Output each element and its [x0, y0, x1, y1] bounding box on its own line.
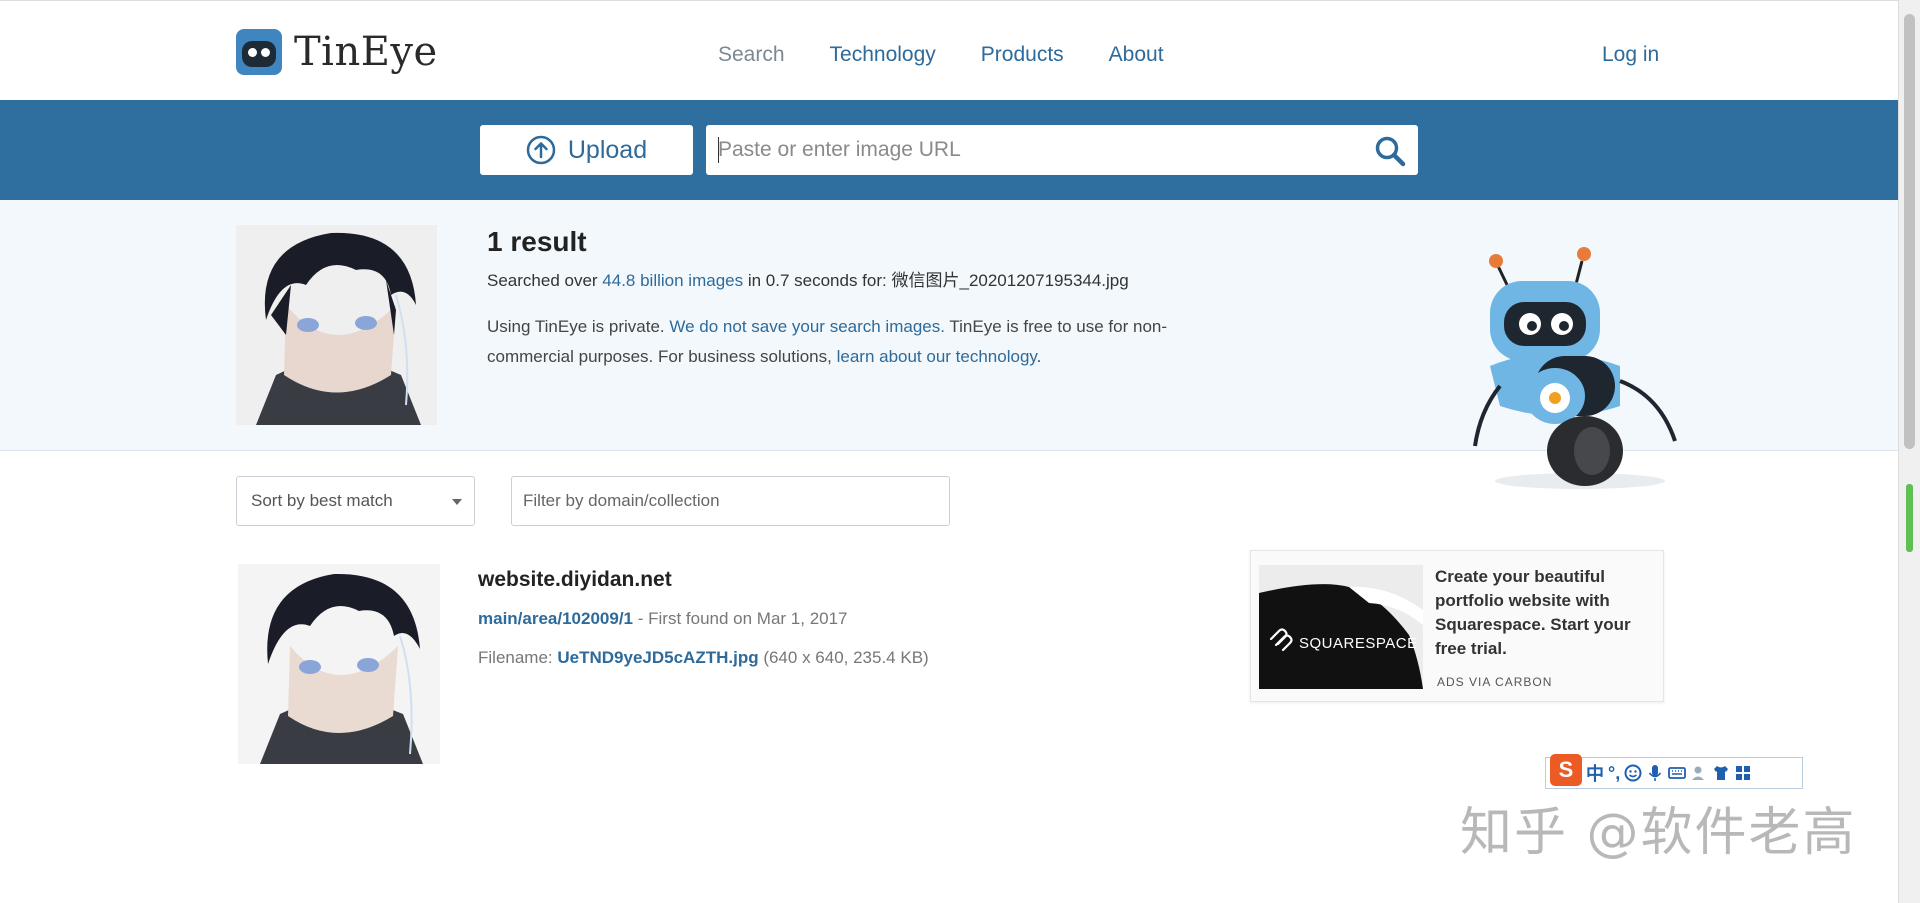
first-found-date: - First found on Mar 1, 2017: [633, 609, 848, 628]
ad-image[interactable]: SQUARESPACE: [1259, 565, 1423, 689]
index-size-link[interactable]: 44.8 billion images: [602, 271, 743, 290]
nav-search[interactable]: Search: [718, 43, 785, 67]
sort-dropdown[interactable]: Sort by best match: [236, 476, 475, 526]
search-bar: Upload: [0, 100, 1898, 200]
ime-language-mode[interactable]: 中: [1586, 760, 1604, 786]
page-scrollbar[interactable]: [1898, 0, 1920, 903]
result-domain: website.diyidan.net: [478, 568, 672, 591]
upload-arrow-icon: [526, 135, 556, 165]
result-file-line: Filename: UeTND9yeJD5cAZTH.jpg (640 x 64…: [478, 648, 929, 668]
search-icon[interactable]: [1374, 135, 1406, 167]
privacy-end: .: [1036, 347, 1042, 366]
ad-brand: SQUARESPACE: [1299, 635, 1418, 652]
privacy-notice: Using TinEye is private. We do not save …: [487, 312, 1187, 372]
sort-label: Sort by best match: [251, 491, 393, 510]
tineye-logo[interactable]: TinEye: [236, 29, 438, 75]
logo-text: TinEye: [294, 29, 438, 75]
sogou-logo-icon[interactable]: S: [1550, 754, 1582, 786]
file-meta: (640 x 640, 235.4 KB): [758, 648, 929, 667]
skin-shirt-icon[interactable]: [1712, 764, 1730, 782]
upload-button[interactable]: Upload: [480, 125, 693, 175]
result-filename-link[interactable]: UeTND9yeJD5cAZTH.jpg: [557, 648, 758, 667]
user-icon[interactable]: [1690, 764, 1708, 782]
scrollbar-marker: [1906, 484, 1913, 552]
scrollbar-thumb[interactable]: [1904, 14, 1915, 449]
tineye-robot-mascot-icon: [1473, 247, 1677, 489]
searched-prefix: Searched over: [487, 271, 603, 290]
nav-technology[interactable]: Technology: [830, 43, 936, 67]
zhihu-watermark: 知乎 @软件老高: [1460, 803, 1857, 863]
result-image-thumbnail[interactable]: [238, 564, 440, 764]
emoji-icon[interactable]: [1624, 764, 1642, 782]
result-count: 1 result: [487, 226, 587, 257]
ime-punctuation[interactable]: °,: [1608, 763, 1620, 784]
searched-mid: in 0.7 seconds for:: [743, 271, 892, 290]
site-header: TinEye Search Technology Products About …: [0, 0, 1898, 100]
carbon-ad[interactable]: SQUARESPACE Create your beautiful portfo…: [1250, 550, 1664, 702]
technology-link[interactable]: learn about our technology: [837, 347, 1037, 366]
anime-boy-result-image: [238, 564, 440, 764]
ad-text[interactable]: Create your beautiful portfolio website …: [1435, 565, 1650, 661]
toolbox-grid-icon[interactable]: [1734, 764, 1752, 782]
ads-via-carbon[interactable]: ADS VIA CARBON: [1437, 675, 1552, 689]
anime-boy-image: [236, 225, 437, 425]
privacy-text-1: Using TinEye is private.: [487, 317, 670, 336]
image-url-input[interactable]: [706, 125, 1418, 175]
tineye-robot-logo-icon: [236, 29, 282, 75]
result-path-line: main/area/102009/1 - First found on Mar …: [478, 609, 848, 629]
query-filename: 微信图片_20201207195344.jpg: [891, 271, 1129, 290]
nav-about[interactable]: About: [1109, 43, 1164, 67]
login-link[interactable]: Log in: [1602, 43, 1659, 67]
text-caret: [718, 137, 719, 163]
searched-info: Searched over 44.8 billion images in 0.7…: [487, 266, 1129, 291]
main-nav: Search Technology Products About: [718, 43, 1164, 67]
squarespace-ad-image: SQUARESPACE: [1259, 565, 1423, 689]
nav-products[interactable]: Products: [981, 43, 1064, 67]
result-page-link[interactable]: main/area/102009/1: [478, 609, 633, 628]
url-input-container: [706, 125, 1418, 175]
keyboard-icon[interactable]: [1668, 764, 1687, 782]
chevron-down-icon: [452, 499, 462, 505]
filename-label: Filename:: [478, 648, 558, 667]
query-image-thumbnail[interactable]: [236, 225, 437, 425]
ime-toolbar[interactable]: S 中 °,: [1545, 754, 1803, 789]
upload-label: Upload: [567, 135, 648, 164]
microphone-icon[interactable]: [1646, 764, 1664, 782]
domain-filter-input[interactable]: [511, 476, 950, 526]
privacy-link[interactable]: We do not save your search images.: [669, 317, 945, 336]
